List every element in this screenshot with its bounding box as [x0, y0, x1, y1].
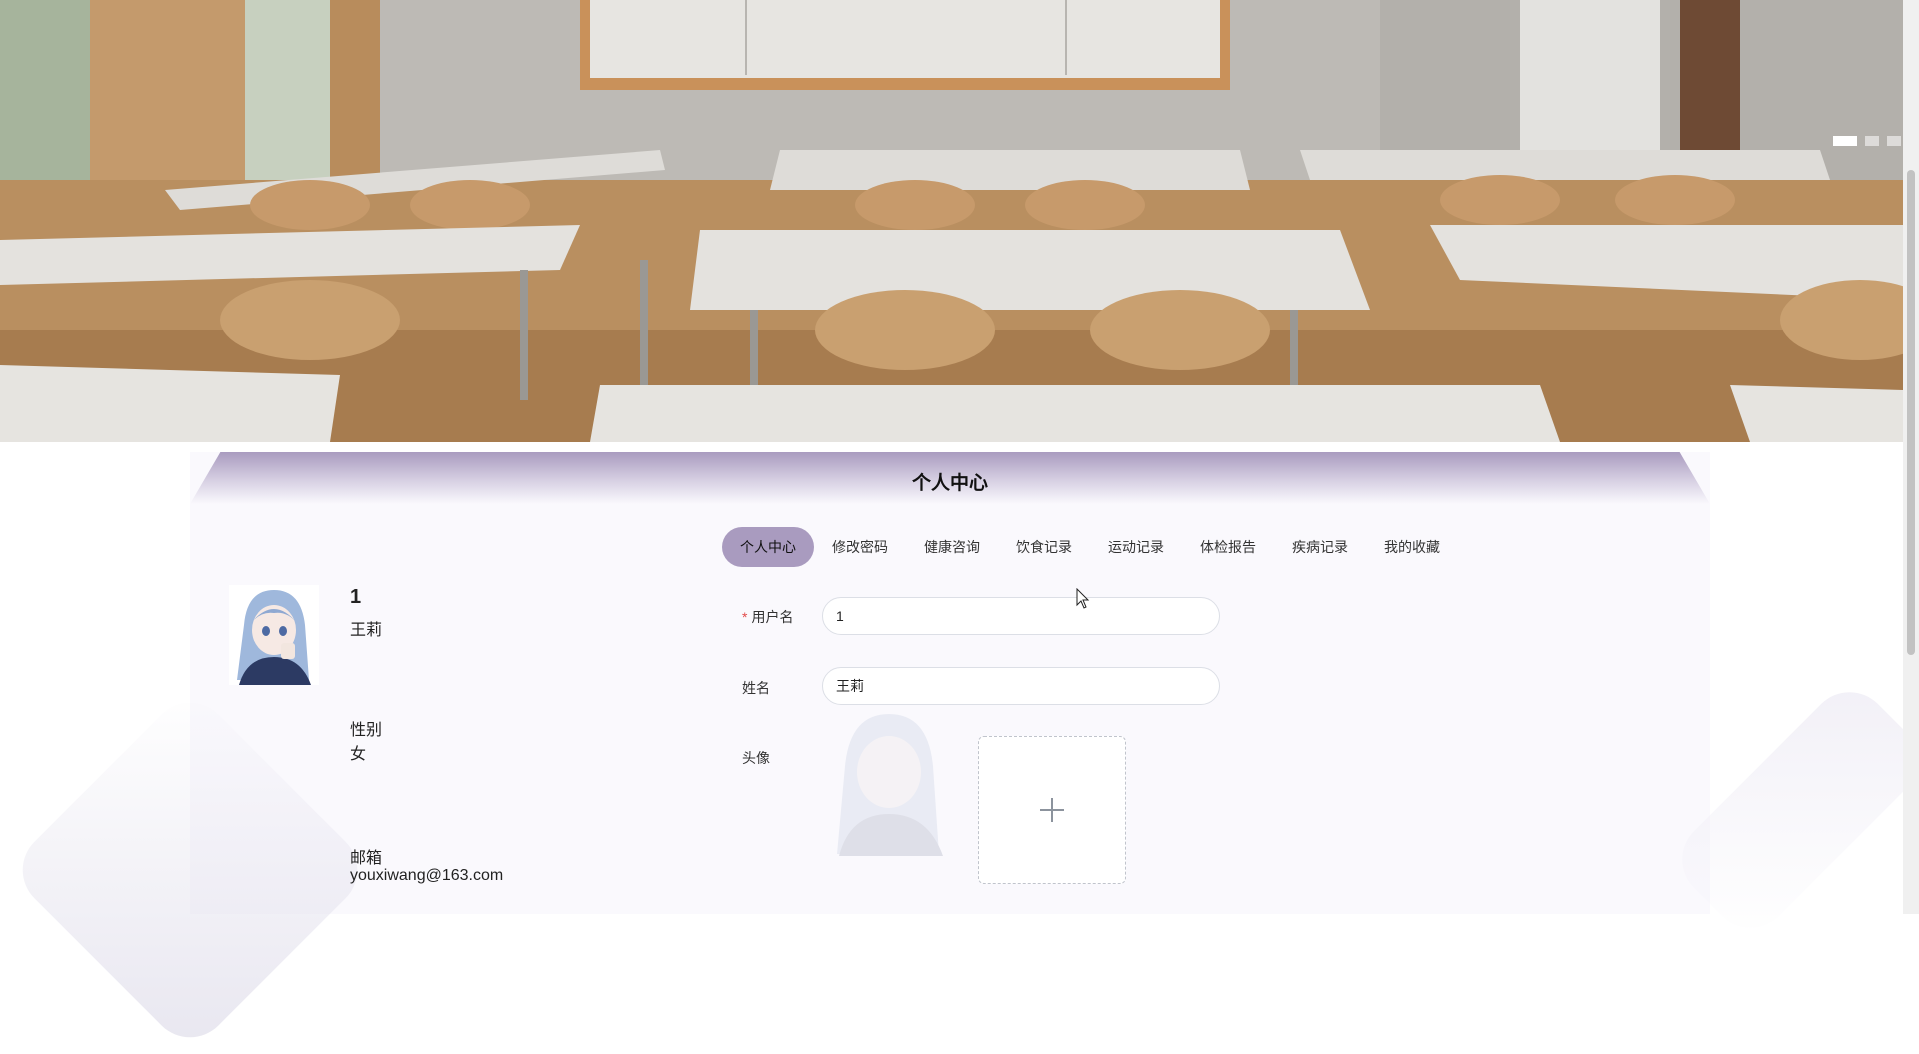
carousel-dot[interactable]: [1865, 136, 1879, 146]
gender-label: 性别: [350, 722, 383, 739]
scrollbar-thumb[interactable]: [1907, 170, 1915, 655]
tab-personal-center[interactable]: 个人中心: [722, 527, 814, 567]
username-label: * 用户名: [742, 607, 793, 627]
hero-carousel[interactable]: [0, 0, 1903, 442]
tab-health-consult[interactable]: 健康咨询: [906, 527, 998, 567]
tab-checkup-report[interactable]: 体检报告: [1182, 527, 1274, 567]
name-input[interactable]: [822, 667, 1220, 705]
mouse-pointer-icon: [1076, 588, 1090, 609]
avatar-label: 头像: [742, 750, 770, 766]
tab-diet-record[interactable]: 饮食记录: [998, 527, 1090, 567]
profile-name: 王莉: [350, 622, 383, 639]
tab-my-favorites[interactable]: 我的收藏: [1366, 527, 1458, 567]
profile-tabs: 个人中心 修改密码 健康咨询 饮食记录 运动记录 体检报告 疾病记录 我的收藏: [722, 527, 1458, 567]
profile-username: 1: [350, 586, 362, 608]
required-mark: *: [742, 609, 748, 625]
gender-value: 女: [350, 746, 367, 763]
page-title: 个人中心: [911, 473, 988, 494]
carousel-dot[interactable]: [1833, 136, 1857, 146]
username-label-text: 用户名: [751, 609, 794, 625]
name-label: 姓名: [742, 680, 770, 696]
tab-disease-record[interactable]: 疾病记录: [1274, 527, 1366, 567]
plus-icon: [1040, 798, 1064, 822]
avatar: [229, 585, 319, 685]
classroom-photo: [0, 0, 1903, 442]
email-label: 邮箱: [350, 850, 383, 867]
page-scrollbar[interactable]: [1903, 0, 1919, 914]
tab-change-password[interactable]: 修改密码: [814, 527, 906, 567]
username-input[interactable]: [822, 597, 1220, 635]
avatar-preview: [825, 706, 953, 856]
avatar-upload-button[interactable]: [978, 736, 1126, 884]
carousel-dot[interactable]: [1887, 136, 1901, 146]
page-title-banner: 个人中心: [190, 452, 1710, 504]
tab-exercise-record[interactable]: 运动记录: [1090, 527, 1182, 567]
carousel-indicators: [1833, 136, 1901, 146]
email-value: youxiwang@163.com: [350, 867, 504, 884]
